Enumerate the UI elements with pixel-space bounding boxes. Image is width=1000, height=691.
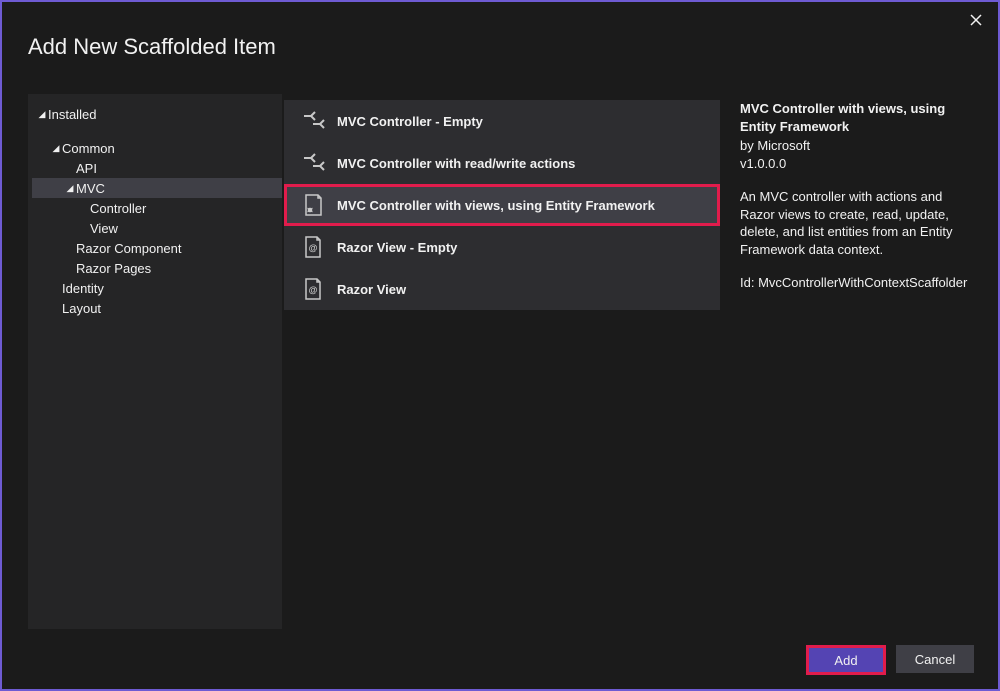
tree-item-label: Razor Pages (76, 261, 151, 276)
details-version: v1.0.0.0 (740, 155, 978, 173)
tree-item-layout[interactable]: Layout (32, 298, 282, 318)
tree-item-label: Layout (62, 301, 101, 316)
svg-text:@: @ (309, 285, 318, 295)
list-item-label: MVC Controller with read/write actions (337, 156, 575, 171)
tree-item-mvc[interactable]: ◢ MVC (32, 178, 282, 198)
close-icon (970, 14, 982, 26)
list-item[interactable]: @ Razor View (284, 268, 720, 310)
chevron-down-icon: ◢ (64, 183, 76, 194)
controller-icon (301, 109, 325, 133)
tree-item-common[interactable]: ◢ Common (32, 138, 282, 158)
details-author: by Microsoft (740, 137, 978, 155)
svg-text:@: @ (309, 243, 318, 253)
list-item[interactable]: MVC Controller with views, using Entity … (284, 184, 720, 226)
list-item-label: Razor View - Empty (337, 240, 457, 255)
details-description: An MVC controller with actions and Razor… (740, 188, 978, 258)
tree-item-api[interactable]: API (32, 158, 282, 178)
razor-icon: @ (301, 277, 325, 301)
tree-item-installed[interactable]: ◢ Installed (32, 104, 282, 124)
tree-item-label: Razor Component (76, 241, 182, 256)
details-panel: MVC Controller with views, using Entity … (722, 94, 988, 629)
chevron-down-icon: ◢ (36, 109, 48, 120)
tree-item-label: Controller (90, 201, 146, 216)
tree-item-label: MVC (76, 181, 105, 196)
tree-item-razor-pages[interactable]: Razor Pages (32, 258, 282, 278)
list-item[interactable]: @ Razor View - Empty (284, 226, 720, 268)
tree-item-razor-component[interactable]: Razor Component (32, 238, 282, 258)
main-area: ◢ Installed ◢ Common API ◢ MVC Controlle… (28, 94, 988, 629)
tree-item-label: Installed (48, 107, 96, 122)
details-title: MVC Controller with views, using Entity … (740, 100, 978, 135)
list-item-label: MVC Controller - Empty (337, 114, 483, 129)
list-item[interactable]: MVC Controller - Empty (284, 100, 720, 142)
close-button[interactable] (966, 10, 986, 30)
tree-item-label: API (76, 161, 97, 176)
template-list: MVC Controller - Empty MVC Controller wi… (282, 94, 722, 629)
tree-item-identity[interactable]: Identity (32, 278, 282, 298)
controller-icon (301, 151, 325, 175)
controller-ef-icon (301, 193, 325, 217)
tree-item-controller[interactable]: Controller (32, 198, 282, 218)
cancel-button[interactable]: Cancel (896, 645, 974, 673)
razor-icon: @ (301, 235, 325, 259)
tree-item-label: Common (62, 141, 115, 156)
tree-item-label: View (90, 221, 118, 236)
dialog-footer: Add Cancel (806, 645, 974, 675)
details-id: Id: MvcControllerWithContextScaffolder (740, 274, 978, 292)
tree-item-label: Identity (62, 281, 104, 296)
list-item[interactable]: MVC Controller with read/write actions (284, 142, 720, 184)
dialog-title: Add New Scaffolded Item (2, 2, 998, 60)
list-item-label: Razor View (337, 282, 406, 297)
chevron-down-icon: ◢ (50, 143, 62, 154)
tree-item-view[interactable]: View (32, 218, 282, 238)
list-item-label: MVC Controller with views, using Entity … (337, 198, 655, 213)
add-button[interactable]: Add (806, 645, 886, 675)
category-tree: ◢ Installed ◢ Common API ◢ MVC Controlle… (28, 94, 282, 629)
